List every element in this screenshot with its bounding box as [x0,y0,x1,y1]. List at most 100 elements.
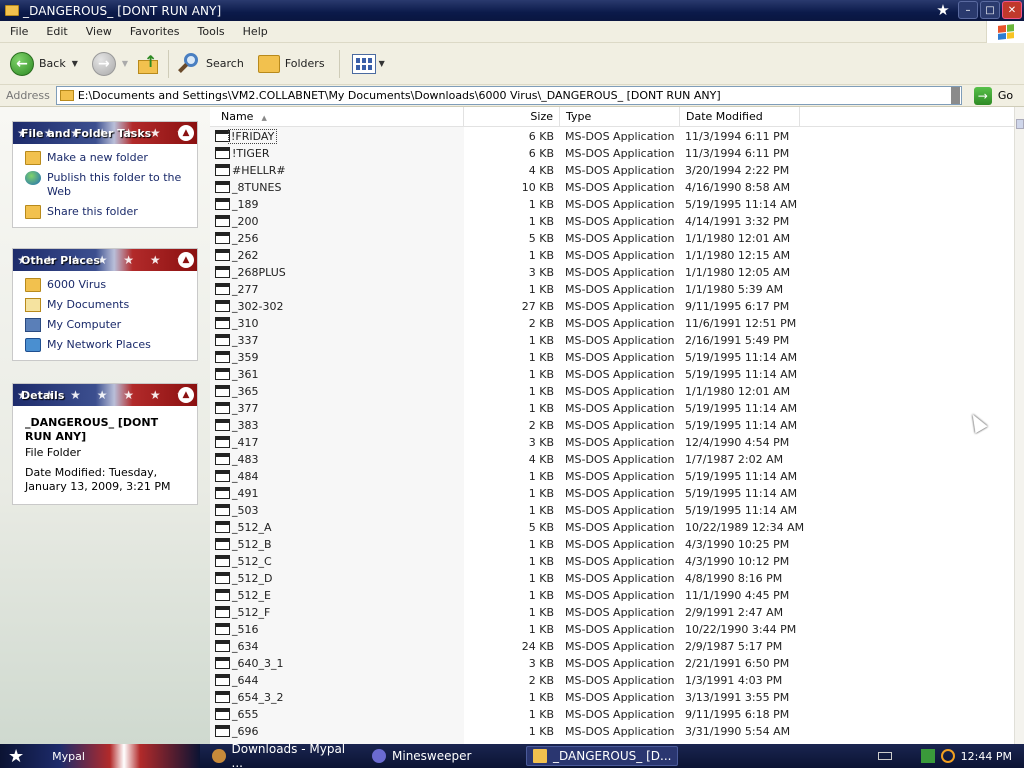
file-name[interactable]: _512_A [232,521,272,534]
file-row[interactable]: _189 1 KB MS-DOS Application 5/19/1995 11:1… [210,196,1014,213]
file-name[interactable]: _512_B [232,538,272,551]
file-row[interactable]: _503 1 KB MS-DOS Application 5/19/1995 11:1… [210,502,1014,519]
file-name[interactable]: _365 [232,385,259,398]
up-folder-button[interactable]: ↑ [132,46,164,82]
file-row[interactable]: _483 4 KB MS-DOS Application 1/7/1987 2:02 … [210,451,1014,468]
title-bar[interactable]: _DANGEROUS_ [DONT RUN ANY] ★ – □ ✕ [0,0,1024,21]
file-name[interactable]: _262 [232,249,259,262]
file-row[interactable]: _654_3_2 1 KB MS-DOS Application 3/13/1991 … [210,689,1014,706]
file-name[interactable]: !FRIDAY [227,129,278,144]
file-row[interactable]: _516 1 KB MS-DOS Application 10/22/1990 3:4… [210,621,1014,638]
network-tray-icon[interactable] [920,749,935,763]
task-share-folder[interactable]: Share this folder [25,205,187,219]
file-name[interactable]: _634 [232,640,259,653]
file-row[interactable]: _277 1 KB MS-DOS Application 1/1/1980 5:39 … [210,281,1014,298]
close-button[interactable]: ✕ [1002,1,1022,19]
file-row[interactable]: _8TUNES 10 KB MS-DOS Application 4/16/1990 … [210,179,1014,196]
taskbar-item-downloads[interactable]: Downloads - Mypal ... [206,742,356,768]
file-name[interactable]: _310 [232,317,259,330]
address-dropdown-button[interactable] [950,87,960,104]
forward-button[interactable]: → ▼ [88,46,132,82]
views-button[interactable]: ▼ [348,46,389,82]
taskbar-item-minesweeper[interactable]: Minesweeper [366,746,516,766]
file-name[interactable]: _503 [232,504,259,517]
menu-view[interactable]: View [77,25,121,38]
file-name[interactable]: _516 [232,623,259,636]
file-name[interactable]: _512_C [232,555,272,568]
file-row[interactable]: !TIGER 6 KB MS-DOS Application 11/3/1994 6:… [210,145,1014,162]
panel-header[interactable]: ★ ★ ★ ★ ★ ★ ★ Other Places ▲ [13,249,197,271]
file-row[interactable]: _383 2 KB MS-DOS Application 5/19/1995 11:1… [210,417,1014,434]
file-row[interactable]: _256 5 KB MS-DOS Application 1/1/1980 12:01… [210,230,1014,247]
file-row[interactable]: _512_D 1 KB MS-DOS Application 4/8/1990 8:1… [210,570,1014,587]
file-row[interactable]: _634 24 KB MS-DOS Application 2/9/1987 5:17… [210,638,1014,655]
menu-help[interactable]: Help [234,25,277,38]
place-my-network-places[interactable]: My Network Places [25,338,187,352]
column-header-date-modified[interactable]: Date Modified [680,107,800,127]
file-name[interactable]: _644 [232,674,259,687]
file-row[interactable]: _361 1 KB MS-DOS Application 5/19/1995 11:1… [210,366,1014,383]
menu-edit[interactable]: Edit [37,25,76,38]
file-name[interactable]: _512_E [232,589,271,602]
file-row[interactable]: _640_3_1 3 KB MS-DOS Application 2/21/1991 … [210,655,1014,672]
file-name[interactable]: _483 [232,453,259,466]
file-name[interactable]: _189 [232,198,259,211]
file-row[interactable]: _337 1 KB MS-DOS Application 2/16/1991 5:49… [210,332,1014,349]
address-path[interactable]: E:\Documents and Settings\VM2.COLLABNET\… [78,89,951,102]
file-row[interactable]: !FRIDAY 6 KB MS-DOS Application 11/3/1994 6… [210,128,1014,145]
file-name[interactable]: _655 [232,708,259,721]
place-6000-virus[interactable]: 6000 Virus [25,278,187,292]
menu-favorites[interactable]: Favorites [121,25,189,38]
file-row[interactable]: _200 1 KB MS-DOS Application 4/14/1991 3:32… [210,213,1014,230]
file-row[interactable]: _491 1 KB MS-DOS Application 5/19/1995 11:1… [210,485,1014,502]
file-row[interactable]: _512_B 1 KB MS-DOS Application 4/3/1990 10:… [210,536,1014,553]
file-name[interactable]: _696 [232,725,259,738]
file-name[interactable]: _417 [232,436,259,449]
column-header-size[interactable]: Size [464,107,560,127]
start-button[interactable]: ★ Mypal [0,744,200,768]
file-name[interactable]: _512_F [232,606,270,619]
file-row[interactable]: _377 1 KB MS-DOS Application 5/19/1995 11:1… [210,400,1014,417]
file-name[interactable]: _491 [232,487,259,500]
file-name[interactable]: _383 [232,419,259,432]
file-name[interactable]: _359 [232,351,259,364]
back-button[interactable]: ← Back ▼ [6,46,82,82]
collapse-chevron-icon[interactable]: ▲ [178,125,194,141]
file-row[interactable]: _512_A 5 KB MS-DOS Application 10/22/1989 1… [210,519,1014,536]
file-row[interactable]: _262 1 KB MS-DOS Application 1/1/1980 12:15… [210,247,1014,264]
column-header-type[interactable]: Type [560,107,680,127]
file-name[interactable]: _361 [232,368,259,381]
panel-header[interactable]: ★ ★ ★ ★ ★ ★ ★ File and Folder Tasks ▲ [13,122,197,144]
column-header-name[interactable]: Name ▲ [210,107,464,127]
file-row[interactable]: _365 1 KB MS-DOS Application 1/1/1980 12:01… [210,383,1014,400]
file-row[interactable]: _512_C 1 KB MS-DOS Application 4/3/1990 10:… [210,553,1014,570]
search-tray-icon[interactable] [940,749,955,763]
file-name[interactable]: _8TUNES [232,181,281,194]
folders-button[interactable]: Folders [254,46,329,82]
file-name[interactable]: _377 [232,402,259,415]
task-publish-to-web[interactable]: Publish this folder to the Web [25,171,187,199]
taskbar-item-dangerous-folder[interactable]: _DANGEROUS_ [D... [526,746,678,766]
go-button[interactable]: → Go [973,86,1013,105]
address-input[interactable]: E:\Documents and Settings\VM2.COLLABNET\… [55,86,962,105]
collapse-chevron-icon[interactable]: ▲ [178,252,194,268]
back-dropdown-icon[interactable]: ▼ [72,59,78,68]
file-name[interactable]: _256 [232,232,259,245]
views-dropdown-icon[interactable]: ▼ [379,59,385,68]
file-row[interactable]: _302-302 27 KB MS-DOS Application 9/11/1995… [210,298,1014,315]
file-row[interactable]: _310 2 KB MS-DOS Application 11/6/1991 12:5… [210,315,1014,332]
file-name[interactable]: _337 [232,334,259,347]
file-row[interactable]: _512_E 1 KB MS-DOS Application 11/1/1990 4:… [210,587,1014,604]
file-name[interactable]: _484 [232,470,259,483]
file-row[interactable]: _484 1 KB MS-DOS Application 5/19/1995 11:1… [210,468,1014,485]
file-name[interactable]: #HELLR# [232,164,286,177]
file-row[interactable]: _268PLUS 3 KB MS-DOS Application 1/1/1980 1… [210,264,1014,281]
file-row[interactable]: _512_F 1 KB MS-DOS Application 2/9/1991 2:4… [210,604,1014,621]
forward-dropdown-icon[interactable]: ▼ [122,59,128,68]
file-name[interactable]: _302-302 [232,300,283,313]
file-name[interactable]: !TIGER [232,147,270,160]
file-name[interactable]: _640_3_1 [232,657,284,670]
file-row[interactable]: _644 2 KB MS-DOS Application 1/3/1991 4:03 … [210,672,1014,689]
file-name[interactable]: _268PLUS [232,266,286,279]
panel-header[interactable]: ★ ★ ★ ★ ★ ★ ★ Details ▲ [13,384,197,406]
